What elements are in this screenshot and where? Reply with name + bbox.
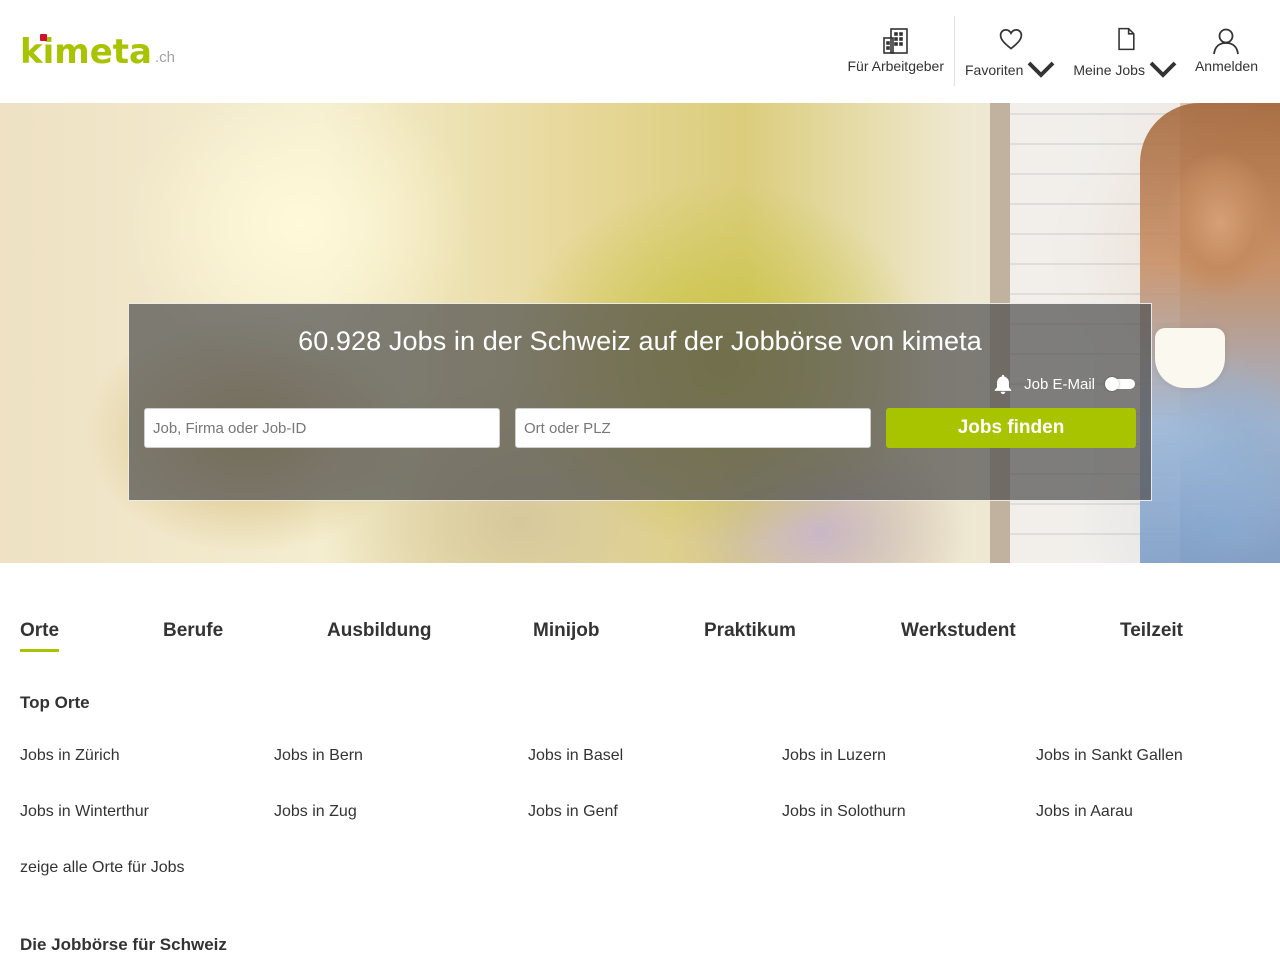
jobboard-section-heading: Die Jobbörse für Schweiz	[20, 935, 227, 954]
nav-my-jobs[interactable]: Meine Jobs	[1073, 16, 1178, 86]
place-link[interactable]: Jobs in Zürich	[20, 747, 120, 765]
heart-icon	[999, 29, 1022, 50]
tab-orte[interactable]: Orte	[20, 620, 60, 652]
hero-image-cup	[1155, 328, 1225, 388]
kimeta-logo[interactable]: kimeta .ch	[20, 30, 175, 70]
logo-tld: .ch	[154, 49, 175, 66]
place-link[interactable]: Jobs in Sankt Gallen	[1036, 747, 1183, 765]
top-nav: Für Arbeitgeber Favoriten Meine Jobs Anm…	[847, 16, 1258, 86]
job-email-label: Job E-Mail	[1024, 375, 1095, 393]
tab-werkstudent[interactable]: Werkstudent	[901, 620, 1016, 649]
place-link[interactable]: Jobs in Zug	[274, 803, 357, 821]
job-search-input[interactable]	[144, 408, 500, 448]
search-panel: 60.928 Jobs in der Schweiz auf der Jobbö…	[128, 303, 1152, 501]
place-link[interactable]: Jobs in Bern	[274, 747, 363, 765]
place-link[interactable]: Jobs in Aarau	[1036, 803, 1133, 821]
job-email-toggle[interactable]	[1105, 377, 1135, 391]
tab-ausbildung[interactable]: Ausbildung	[327, 620, 431, 649]
tab-teilzeit[interactable]: Teilzeit	[1120, 620, 1183, 649]
hero-banner: 60.928 Jobs in der Schweiz auf der Jobbö…	[0, 103, 1280, 563]
place-link[interactable]: Jobs in Genf	[528, 803, 618, 821]
toggle-knob	[1105, 377, 1119, 391]
nav-employer[interactable]: Für Arbeitgeber	[847, 16, 945, 86]
find-jobs-button[interactable]: Jobs finden	[886, 408, 1136, 448]
building-icon	[882, 28, 908, 54]
category-tabs: Orte Berufe Ausbildung Minijob Praktikum…	[20, 620, 1260, 654]
tab-minijob[interactable]: Minijob	[533, 620, 599, 649]
show-all-places-link[interactable]: zeige alle Orte für Jobs	[20, 859, 185, 877]
nav-login-label: Anmelden	[1194, 58, 1258, 74]
chevron-down-icon	[1149, 61, 1177, 78]
tab-berufe[interactable]: Berufe	[163, 620, 223, 649]
hero-title: 60.928 Jobs in der Schweiz auf der Jobbö…	[298, 326, 982, 356]
document-icon	[1117, 27, 1135, 51]
header: kimeta .ch Für Arbeitgeber Favoriten Mei…	[0, 0, 1280, 103]
nav-favorites[interactable]: Favoriten	[965, 16, 1056, 86]
location-search-input[interactable]	[515, 408, 871, 448]
nav-divider	[954, 16, 955, 86]
tab-praktikum[interactable]: Praktikum	[704, 620, 796, 649]
logo-dot	[40, 34, 47, 41]
nav-login[interactable]: Anmelden	[1195, 16, 1258, 86]
nav-employer-label: Für Arbeitgeber	[847, 58, 945, 74]
place-link[interactable]: Jobs in Solothurn	[782, 803, 906, 821]
nav-favorites-label: Favoriten	[965, 62, 1024, 78]
top-places-heading: Top Orte	[20, 693, 90, 712]
place-link[interactable]: Jobs in Basel	[528, 747, 623, 765]
place-link[interactable]: Jobs in Winterthur	[20, 803, 149, 821]
chevron-down-icon	[1027, 61, 1055, 78]
nav-my-jobs-label: Meine Jobs	[1073, 62, 1145, 78]
bell-icon	[994, 374, 1012, 395]
job-email-toggle-row[interactable]: Job E-Mail	[992, 373, 1135, 395]
place-link[interactable]: Jobs in Luzern	[782, 747, 886, 765]
user-icon	[1213, 28, 1240, 55]
